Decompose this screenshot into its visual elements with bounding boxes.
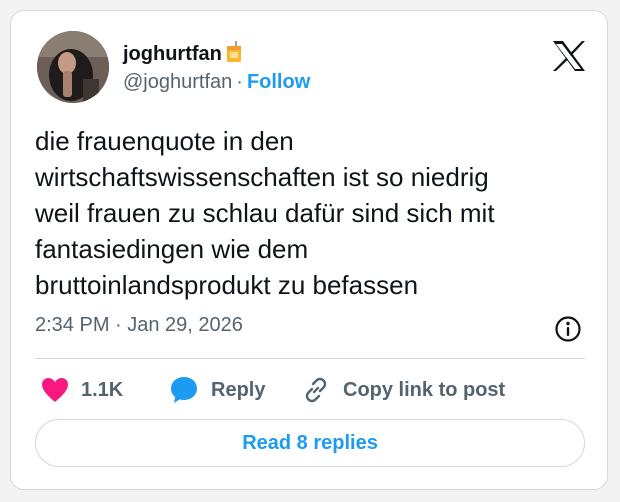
copy-link-button[interactable]: Copy link to post [301, 373, 505, 407]
tweet-line: fantasiedingen wie dem [35, 234, 309, 264]
read-replies-button[interactable]: Read 8 replies [35, 419, 585, 467]
handle[interactable]: @joghurtfan [123, 71, 232, 93]
tweet-line: die frauenquote in den [35, 126, 294, 156]
link-icon [305, 377, 327, 403]
avatar[interactable] [37, 31, 109, 103]
tweet-line: weil frauen zu schlau dafür sind sich mi… [35, 198, 495, 228]
tweet-card: joghurtfan @joghurtfan · Follow die frauen… [10, 10, 608, 490]
tweet-line: bruttoinlandsprodukt zu befassen [35, 270, 419, 300]
x-logo-icon[interactable] [551, 39, 587, 73]
copy-link-label: Copy link to post [343, 378, 506, 401]
reply-bubble-icon [171, 377, 197, 403]
divider [35, 358, 585, 359]
tweet-text: die frauenquote in den wirtschaftswissen… [35, 123, 595, 303]
separator: · [236, 71, 243, 93]
juice-box-icon [226, 41, 242, 69]
display-name[interactable]: joghurtfan [123, 43, 222, 65]
tweet-line: wirtschaftswissenschaften ist so niedrig [35, 162, 489, 192]
timestamp[interactable]: 2:34 PM · Jan 29, 2026 [35, 314, 243, 337]
follow-button[interactable]: Follow [247, 71, 310, 93]
reply-button[interactable]: Reply [169, 373, 265, 407]
heart-icon [42, 378, 68, 402]
info-icon[interactable] [554, 315, 582, 343]
reply-label: Reply [211, 378, 266, 401]
read-replies-label: Read 8 replies [242, 431, 378, 454]
like-button[interactable]: 1.1K [41, 373, 123, 407]
handle-row: @joghurtfan · Follow [123, 71, 310, 94]
like-count: 1.1K [81, 378, 124, 401]
display-name-row[interactable]: joghurtfan [123, 41, 242, 69]
